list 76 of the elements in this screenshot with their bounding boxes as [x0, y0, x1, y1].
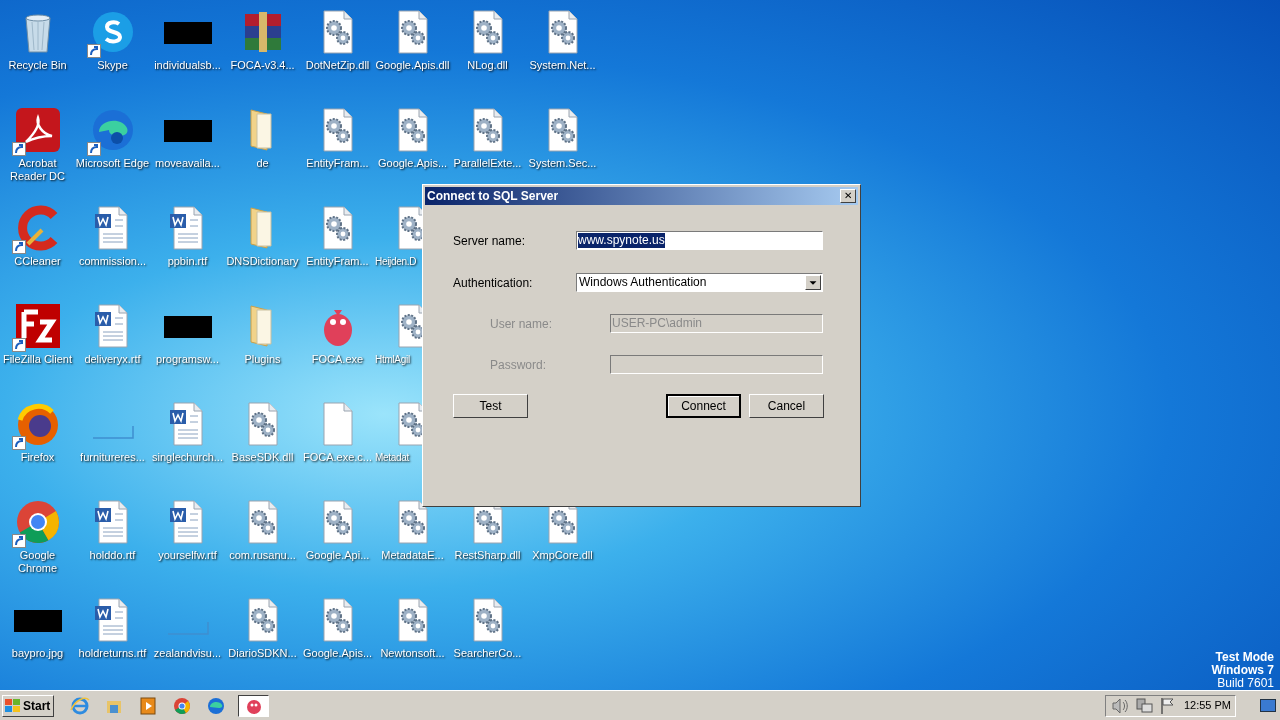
icon-label[interactable]: FOCA.exe.c...: [302, 451, 373, 464]
icon-label[interactable]: ppbin.rtf: [167, 255, 208, 268]
icon-label[interactable]: Firefox: [20, 451, 55, 464]
window-title: Connect to SQL Server: [427, 188, 559, 205]
icon-label[interactable]: CCleaner: [14, 255, 61, 268]
icon-label[interactable]: System.Sec...: [528, 157, 597, 170]
field-label: Authentication:: [453, 274, 534, 292]
icon-label[interactable]: DotNetZip.dll: [305, 59, 370, 72]
icon-label[interactable]: XmpCore.dll: [532, 549, 593, 562]
system-text: Build 7601: [1217, 677, 1274, 690]
start-button[interactable]: Start: [2, 694, 54, 717]
icon-label[interactable]: Recycle Bin: [8, 59, 67, 72]
icon-label[interactable]: EntityFram...: [306, 157, 369, 170]
icon-label[interactable]: individualsb...: [154, 59, 221, 72]
network-icon[interactable]: [1134, 695, 1154, 716]
icon-label[interactable]: Google Chrome: [17, 549, 58, 575]
dialog-button[interactable]: Connect: [666, 394, 741, 418]
icon-label[interactable]: BaseSDK.dll: [231, 451, 294, 464]
system-text: Windows 7: [1211, 664, 1274, 677]
icon-label[interactable]: DNSDictionary: [226, 255, 299, 268]
icon-label[interactable]: Google.Apis...: [377, 157, 448, 170]
icon-label[interactable]: furnitureres...: [80, 451, 145, 464]
icon-label[interactable]: FOCA-v3.4...: [230, 59, 295, 72]
field-label: Password:: [490, 356, 548, 374]
field-label: Server name:: [453, 232, 527, 250]
icon-label[interactable]: holddo.rtf: [89, 549, 136, 562]
icon-label[interactable]: Metadat: [375, 451, 410, 464]
icon-label[interactable]: RestSharp.dll: [454, 549, 521, 562]
icon-label[interactable]: MetadataE...: [381, 549, 444, 562]
icon-label[interactable]: Acrobat Reader DC: [10, 157, 65, 183]
filezilla-icon[interactable]: [13, 302, 62, 350]
icon-label[interactable]: zealandvisu...: [153, 647, 222, 660]
system-text: Test Mode: [1215, 651, 1274, 664]
icon-label[interactable]: Skype: [97, 59, 128, 72]
icon-label[interactable]: moveavaila...: [155, 157, 220, 170]
field-label: User name:: [490, 315, 554, 333]
caret-icon: [805, 275, 821, 290]
icon-label[interactable]: Heijden.D: [375, 255, 417, 268]
icon-label[interactable]: Newtonsoft...: [380, 647, 445, 660]
icon-label[interactable]: singlechurch...: [152, 451, 223, 464]
icon-label[interactable]: HtmlAgil: [375, 353, 410, 366]
icon-label[interactable]: de: [256, 157, 269, 170]
icon-label[interactable]: Microsoft Edge: [75, 157, 150, 170]
icon-label[interactable]: ParallelExte...: [453, 157, 522, 170]
task-button[interactable]: [238, 694, 269, 717]
close-button[interactable]: ✕: [840, 189, 856, 203]
icon-label[interactable]: SearcherCo...: [453, 647, 522, 660]
dialog-button[interactable]: Test: [453, 394, 528, 418]
icon-label[interactable]: com.rusanu...: [229, 549, 296, 562]
icon-label[interactable]: holdreturns.rtf: [78, 647, 147, 660]
icon-label[interactable]: Google.Apis.dll: [375, 59, 450, 72]
media-player-icon[interactable]: [138, 695, 158, 716]
icon-label[interactable]: EntityFram...: [306, 255, 369, 268]
clock: 12:55 PM: [1183, 698, 1231, 714]
icon-label[interactable]: Google.Api...: [305, 549, 370, 562]
windows-logo-icon: [5, 698, 21, 713]
icon-label[interactable]: yourselfw.rtf: [158, 549, 217, 562]
icon-label[interactable]: baypro.jpg: [11, 647, 64, 660]
browser-e-icon[interactable]: [70, 695, 90, 716]
icon-label[interactable]: Plugins: [244, 353, 281, 366]
icon-label[interactable]: NLog.dll: [467, 59, 508, 72]
icon-label[interactable]: Google.Apis...: [302, 647, 373, 660]
icon-label[interactable]: DiarioSDKN...: [228, 647, 297, 660]
icon-label[interactable]: deliveryx.rtf: [84, 353, 141, 366]
icon-label[interactable]: programsw...: [156, 353, 219, 366]
dropdown[interactable]: Windows Authentication: [576, 273, 823, 292]
icon-label[interactable]: System.Net...: [529, 59, 596, 72]
icon-label[interactable]: FOCA.exe: [311, 353, 364, 366]
icon-label[interactable]: FileZilla Client: [2, 353, 73, 366]
input-field[interactable]: www.spynote.us: [576, 231, 823, 250]
dialog-button[interactable]: Cancel: [749, 394, 824, 418]
show-desktop-icon[interactable]: [1260, 698, 1276, 713]
icon-label[interactable]: commission...: [78, 255, 147, 268]
chrome-icon[interactable]: [172, 695, 192, 716]
edge-icon[interactable]: [206, 695, 226, 716]
pdf-app-icon[interactable]: [13, 106, 62, 154]
